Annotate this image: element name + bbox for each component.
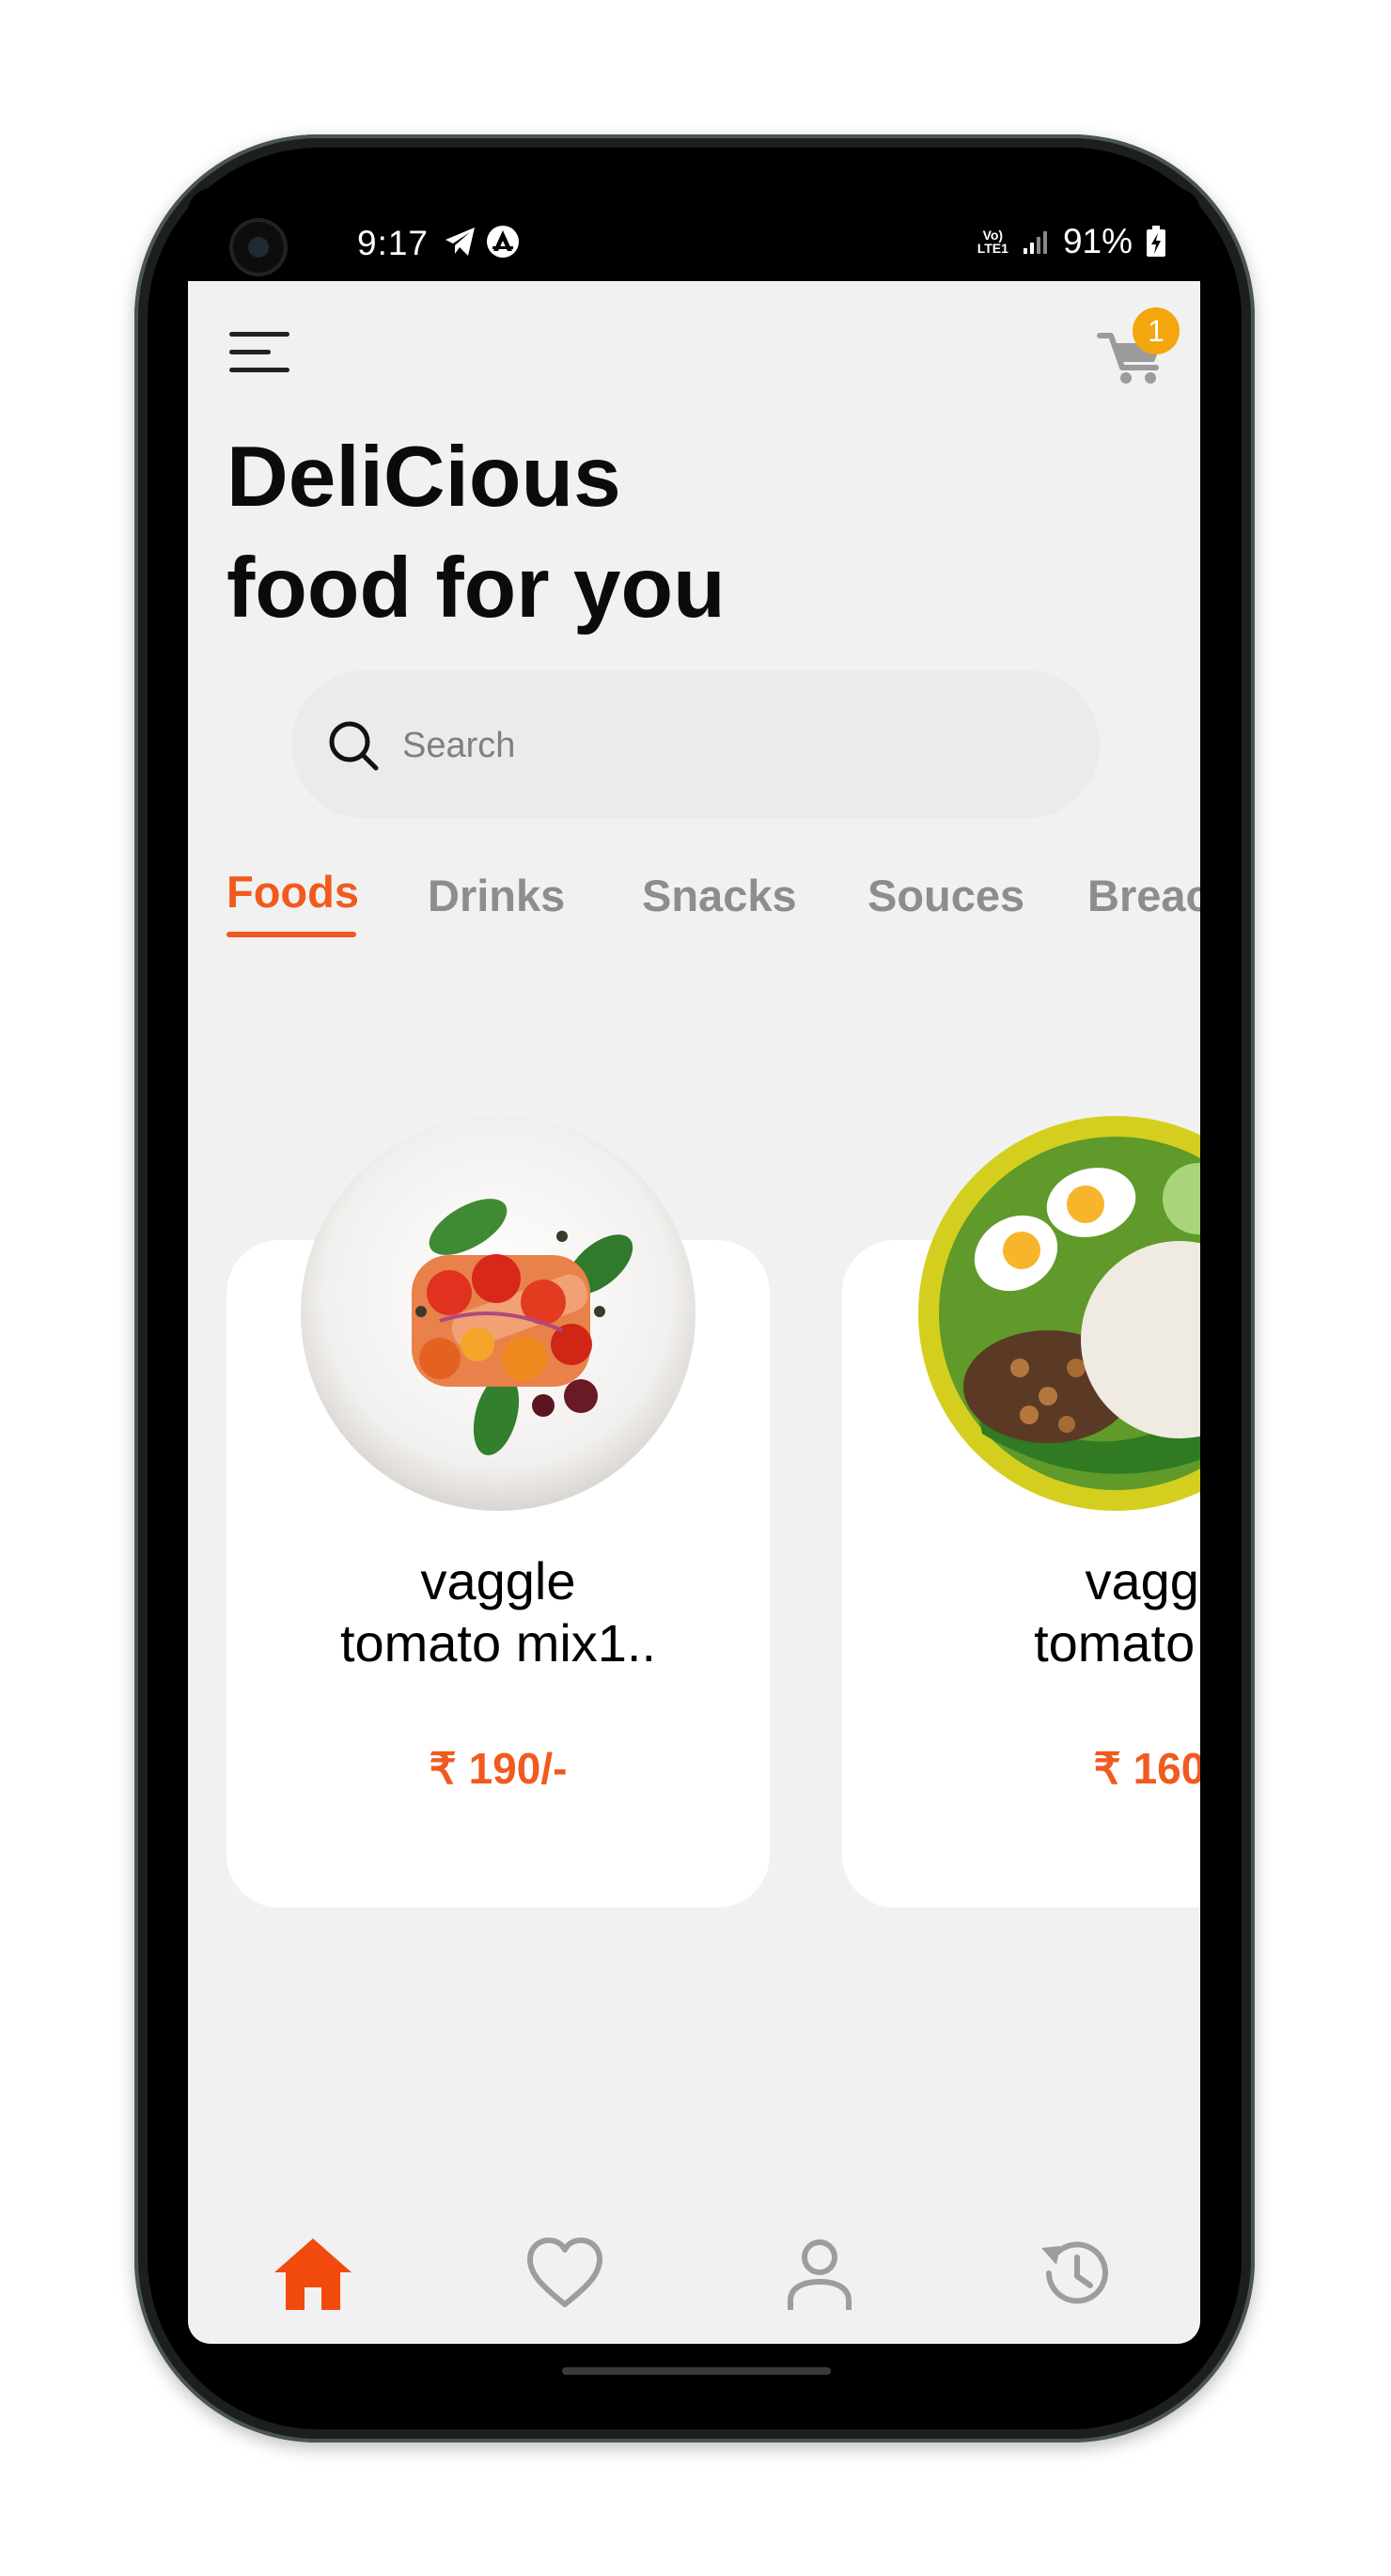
search-input[interactable]	[400, 708, 1062, 783]
menu-icon[interactable]	[227, 328, 293, 377]
status-right: Vo) LTE1 91%	[977, 222, 1166, 261]
profile-icon[interactable]	[777, 2231, 862, 2316]
gesture-bar[interactable]	[562, 2367, 831, 2375]
status-time: 9:17	[357, 224, 430, 262]
page-title-line2: food for you	[227, 541, 726, 636]
tab-foods[interactable]: Foods	[227, 866, 359, 937]
product-price: ₹ 190/-	[429, 1744, 568, 1793]
battery-percent: 91%	[1062, 222, 1133, 260]
heart-icon[interactable]	[523, 2231, 607, 2316]
active-tab-indicator	[227, 932, 356, 937]
volte-indicator: Vo) LTE1	[977, 228, 1008, 256]
history-icon[interactable]	[1032, 2231, 1117, 2316]
home-icon[interactable]	[271, 2231, 355, 2316]
tab-drinks[interactable]: Drinks	[428, 870, 565, 921]
tab-souces[interactable]: Souces	[867, 870, 1024, 921]
cart-badge: 1	[1133, 307, 1180, 354]
app-notification-icon	[487, 226, 519, 258]
front-camera	[229, 218, 288, 276]
telegram-icon	[445, 228, 475, 256]
product-image[interactable]	[299, 1114, 697, 1513]
product-price: ₹ 160/-	[1093, 1744, 1200, 1793]
signal-icon	[1023, 231, 1047, 254]
bottom-navigation	[188, 2208, 1200, 2344]
tab-breac[interactable]: Breac	[1087, 870, 1200, 921]
app-screen: 1 DeliCious food for you Foods Drinks Sn…	[188, 281, 1200, 2344]
search-bar[interactable]	[291, 670, 1100, 819]
phone-screen: 9:17 Vo) LTE1 91% 1 DeliCious food for y…	[188, 188, 1200, 2344]
battery-charging-icon	[1147, 226, 1165, 257]
page-title: DeliCious food for you	[227, 422, 726, 644]
category-tabs: Foods Drinks Snacks Souces Breac	[227, 866, 1200, 960]
search-icon	[329, 721, 379, 771]
status-bar: 9:17 Vo) LTE1 91%	[188, 188, 1200, 281]
page-title-line1: DeliCious	[227, 430, 621, 525]
product-name: vaggle tomato mix	[1034, 1551, 1200, 1673]
product-name: vaggle tomato mix1..	[339, 1551, 657, 1673]
tab-snacks[interactable]: Snacks	[642, 870, 797, 921]
